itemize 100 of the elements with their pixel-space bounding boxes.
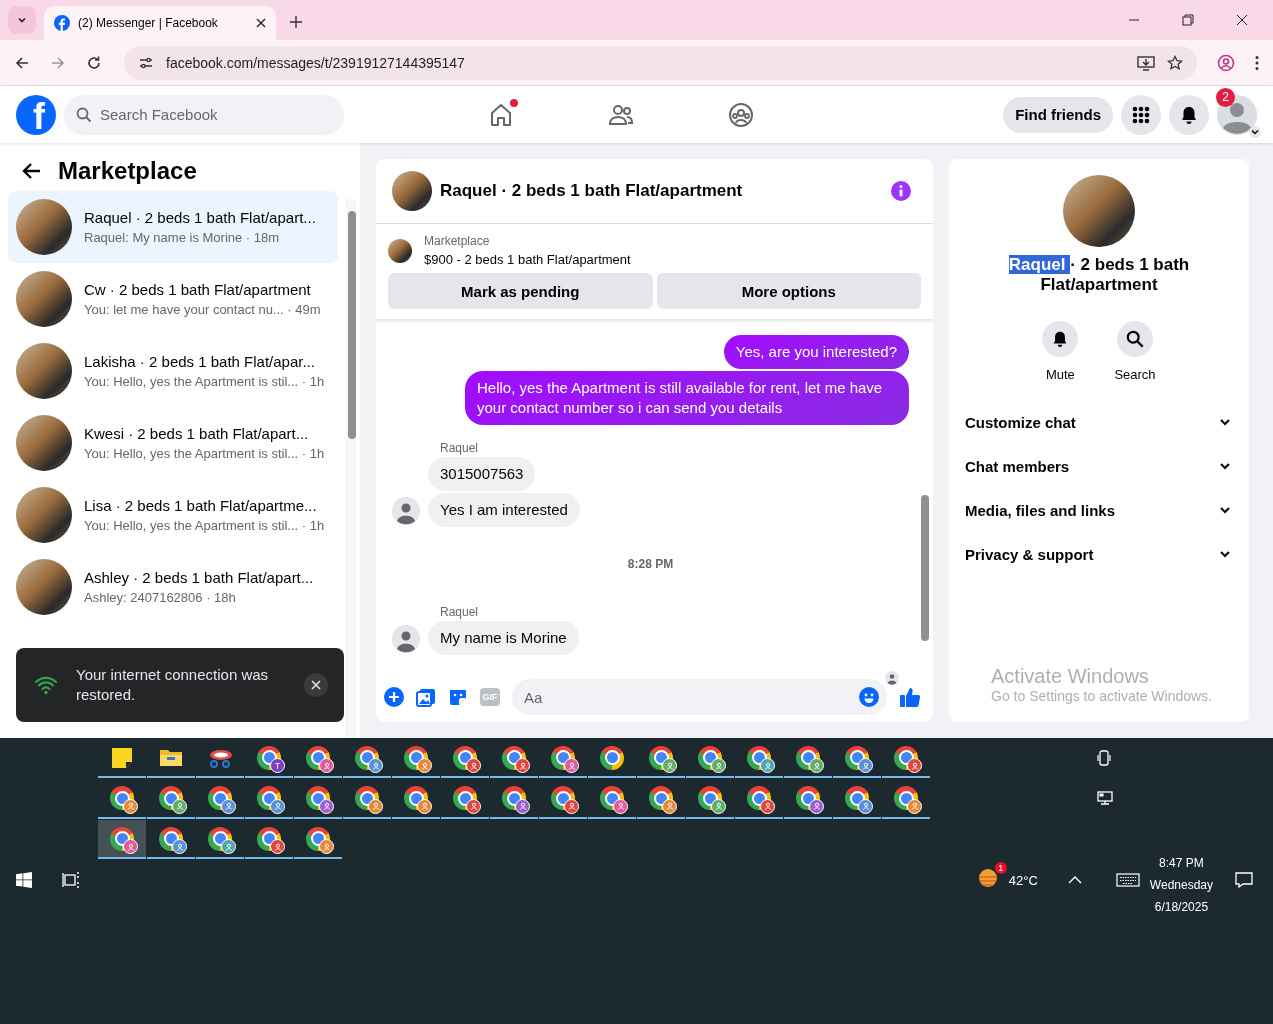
- caret-icon: [17, 15, 27, 25]
- sent-message: Yes, are you interested?: [723, 335, 909, 369]
- install-app-icon[interactable]: [1137, 54, 1155, 71]
- message-input[interactable]: Aa: [512, 679, 887, 715]
- conversation-item[interactable]: Ashley · 2 beds 1 bath Flat/apart... Ashley: 2407162806 · 18h: [8, 551, 338, 623]
- conversation-title: Cw · 2 beds 1 bath Flat/apartment: [84, 281, 312, 298]
- browser-tab[interactable]: (2) Messenger | Facebook: [44, 6, 276, 40]
- new-tab-icon[interactable]: [290, 16, 302, 28]
- listing-action-button[interactable]: Mark as pending: [388, 273, 653, 309]
- monitor-icon[interactable]: [1097, 790, 1113, 806]
- conversation-preview: You: let me have your contact nu... · 49m: [84, 302, 321, 317]
- action-label: Search: [1114, 367, 1156, 382]
- folder-icon: [159, 747, 183, 768]
- forward-icon[interactable]: [50, 54, 66, 71]
- person-icon: [420, 802, 429, 811]
- section-header[interactable]: Privacy & support: [965, 532, 1233, 576]
- taskbar-app-button[interactable]: [98, 820, 146, 860]
- photo-placeholder: [16, 343, 72, 399]
- info-icon[interactable]: [891, 181, 911, 201]
- person-icon: [518, 802, 527, 811]
- add-icon[interactable]: [384, 687, 404, 707]
- windows-start-icon[interactable]: [16, 872, 32, 888]
- emoji-icon[interactable]: [859, 687, 879, 707]
- address-bar[interactable]: facebook.com/messages/t/23919127144395147: [124, 45, 1197, 80]
- close-icon[interactable]: [1236, 14, 1248, 26]
- mute-button[interactable]: [1042, 321, 1079, 357]
- sticky-note-icon: [111, 746, 133, 769]
- conversation-title: Ashley · 2 beds 1 bath Flat/apart...: [84, 569, 314, 586]
- person-icon: [469, 802, 478, 811]
- conversation-item[interactable]: Kwesi · 2 beds 1 bath Flat/apart... You: Hello, yes the Apartment is stil... · 1h: [8, 407, 338, 479]
- chat-title: Raquel · 2 beds 1 bath Flat/apartment: [440, 181, 743, 201]
- received-message: 3015007563: [428, 457, 536, 491]
- photo-placeholder: [16, 271, 72, 327]
- conversation-title: Raquel · 2 beds 1 bath Flat/apart...: [84, 209, 316, 226]
- menu-icon[interactable]: [1255, 54, 1259, 71]
- received-message: My name is Morine: [428, 621, 579, 655]
- search-field[interactable]: Search Facebook: [64, 94, 344, 135]
- sidebar-title: Marketplace: [58, 157, 197, 185]
- conversation-item[interactable]: Cw · 2 beds 1 bath Flat/apartment You: let me have your contact nu... · 49m: [8, 263, 338, 335]
- clock-date: 6/18/2025: [1154, 900, 1209, 914]
- conversation-preview: You: Hello, yes the Apartment is stil... · 1h: [84, 446, 325, 461]
- person-icon: [616, 802, 625, 811]
- show-hidden-icons-icon[interactable]: [1067, 875, 1082, 885]
- listing-action-button[interactable]: More options: [656, 273, 921, 309]
- find-friends-button[interactable]: Find friends: [1003, 96, 1113, 133]
- section-header[interactable]: Chat members: [965, 444, 1233, 488]
- wifi-icon: [34, 675, 58, 695]
- person-icon: [714, 802, 723, 811]
- conversation-preview: Raquel: My name is Morine · 18m: [84, 230, 281, 245]
- activation-title: Activate Windows: [991, 665, 1150, 688]
- conversation-title: Lisa · 2 beds 1 bath Flat/apartme...: [84, 497, 318, 514]
- browser-icon: [600, 745, 624, 770]
- task-view-icon[interactable]: [62, 872, 80, 888]
- conversation-item[interactable]: Raquel · 2 beds 1 bath Flat/apart... Raquel: My name is Morine · 18m: [8, 191, 338, 263]
- photo-icon[interactable]: [416, 687, 436, 707]
- clock-time: 8:47 PM: [1159, 856, 1204, 870]
- activation-message: Go to Settings to activate Windows.: [991, 688, 1212, 704]
- caret-icon[interactable]: [1249, 125, 1261, 138]
- photo-placeholder: [16, 199, 72, 255]
- photo-placeholder: [16, 559, 72, 615]
- conversation-item[interactable]: Lakisha · 2 beds 1 bath Flat/apar... You: Hello, yes the Apartment is stil... · 1h: [8, 335, 338, 407]
- profile-icon[interactable]: [1217, 53, 1235, 72]
- conversation-preview: You: Hello, yes the Apartment is stil... · 1h: [84, 518, 325, 533]
- tab-title: (2) Messenger | Facebook: [78, 16, 219, 30]
- restore-icon[interactable]: [1182, 14, 1194, 26]
- notification-center-icon[interactable]: [1235, 871, 1253, 889]
- person-icon: [273, 802, 282, 811]
- seen-avatar-icon: [885, 671, 899, 685]
- close-tab-icon[interactable]: [256, 18, 266, 28]
- scissors-icon: [207, 747, 233, 768]
- bell-icon: [1179, 104, 1199, 125]
- sticker-icon[interactable]: [448, 687, 468, 707]
- taskbar-app-button[interactable]: T: [245, 739, 293, 778]
- back-arrow-icon[interactable]: [22, 161, 42, 181]
- notifications-button[interactable]: [1169, 94, 1209, 135]
- thumbs-up-icon[interactable]: [899, 686, 921, 708]
- search-button[interactable]: [1117, 321, 1153, 357]
- clock[interactable]: 8:47 PM Wednesday 6/18/2025: [1149, 856, 1213, 914]
- notification-count-badge: 2: [1216, 87, 1235, 107]
- bookmark-star-icon[interactable]: [1167, 54, 1183, 71]
- section-header[interactable]: Customize chat: [965, 400, 1233, 444]
- conversation-title: Lakisha · 2 beds 1 bath Flat/apar...: [84, 353, 316, 370]
- facebook-logo[interactable]: f: [16, 94, 56, 135]
- section-header[interactable]: Media, files and links: [965, 488, 1233, 532]
- person-icon: [175, 842, 184, 851]
- conversation-item[interactable]: Lisa · 2 beds 1 bath Flat/apartme... You: Hello, yes the Apartment is stil... · 1h: [8, 479, 338, 551]
- account-avatar-icon[interactable]: [1217, 94, 1257, 135]
- sender-name: Raquel: [439, 441, 480, 455]
- reload-icon[interactable]: [86, 54, 102, 71]
- menu-button[interactable]: [1121, 94, 1161, 135]
- person-icon: [322, 802, 331, 811]
- weather-alert-badge: 1: [994, 862, 1007, 874]
- temperature[interactable]: 42°C: [1008, 872, 1038, 888]
- close-button[interactable]: [304, 673, 328, 697]
- scrollbar[interactable]: [346, 199, 356, 738]
- keyboard-icon[interactable]: [1115, 873, 1140, 887]
- person-icon: [126, 842, 135, 851]
- conversation-title: Kwesi · 2 beds 1 bath Flat/apart...: [84, 425, 310, 442]
- back-icon[interactable]: [14, 54, 30, 71]
- phone-icon[interactable]: [1097, 750, 1111, 766]
